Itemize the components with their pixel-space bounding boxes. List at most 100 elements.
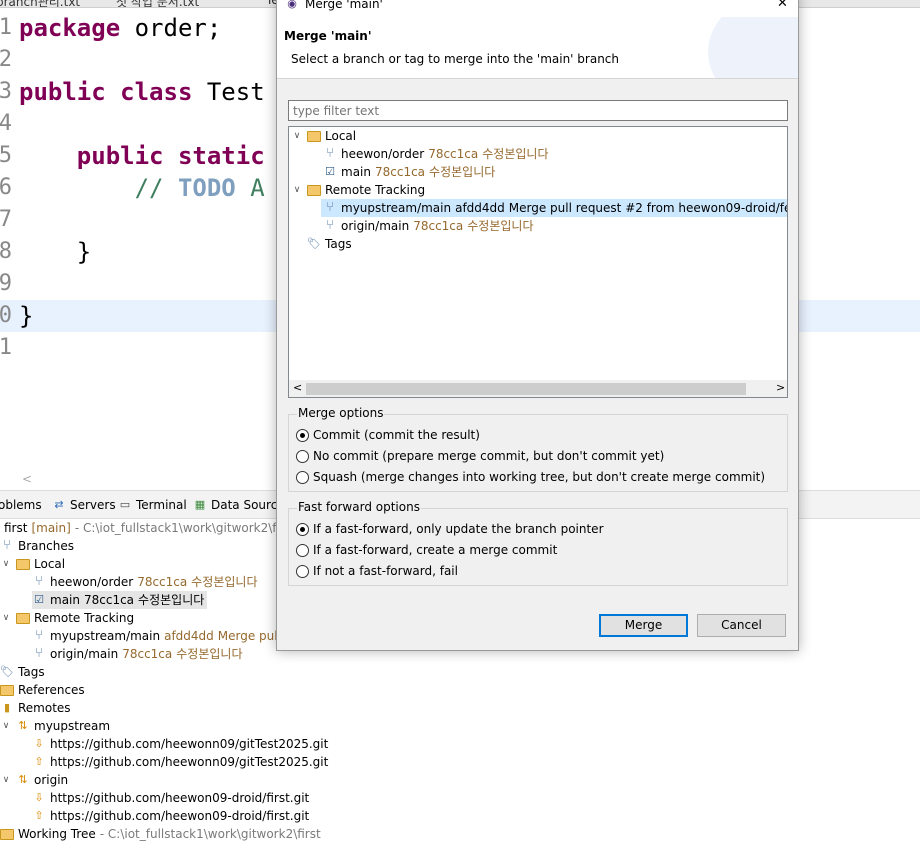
branch-item[interactable]: ⑂ heewon/order 78cc1ca 수정본입니다 [32,573,257,591]
radio-label: No commit (prepare merge commit, but don… [313,449,665,463]
branch-name: myupstream/main [50,629,161,643]
tree-horizontal-scrollbar[interactable]: < > [289,380,787,397]
radio-button[interactable] [296,449,309,463]
scroll-thumb[interactable] [306,383,746,395]
tab-label: Servers [70,498,116,512]
remote-url-item[interactable]: ⇩ https://github.com/heewonn09/gitTest20… [32,735,328,753]
branches-icon: ⑂ [3,538,11,553]
tab-problems[interactable]: oblems [0,498,42,512]
local-node[interactable]: ∨ Local [291,127,356,145]
chevron-down-icon[interactable]: ∨ [0,717,12,735]
editor-tab[interactable]: branch관리.txt [0,0,80,7]
cancel-button[interactable]: Cancel [697,614,786,637]
tab-terminal[interactable]: ▭ Terminal [118,498,187,512]
folder-icon [307,184,321,196]
repository-node[interactable]: first [main] - C:\iot_fullstack1\work\gi… [4,519,285,537]
merge-button[interactable]: Merge [599,614,688,637]
folder-icon [0,828,14,840]
editor-tab[interactable]: 첫 작업 문서.txt [116,0,199,7]
radio-button[interactable] [296,470,309,484]
remote-tracking-label: Remote Tracking [325,183,426,197]
code-token: // [19,174,178,202]
line-number: 0 [0,303,12,328]
references-node[interactable]: References [0,681,85,699]
fetch-icon: ⇩ [34,737,44,750]
branches-node[interactable]: ⑂ Branches [0,537,74,555]
branch-icon: ⑂ [35,574,43,589]
remote-tracking-node[interactable]: ∨ Remote Tracking [291,181,425,199]
remote-tracking-node[interactable]: ∨ Remote Tracking [0,609,134,627]
chevron-down-icon[interactable]: ∨ [291,127,303,145]
commit-hash: 78cc1ca [83,593,135,607]
commit-message: 수정본입니다 [176,647,243,661]
tab-data-source[interactable]: ▦ Data Source [193,498,285,512]
radio-button[interactable] [296,428,309,442]
ff-option-update-pointer[interactable]: If a fast-forward, only update the branc… [296,522,604,536]
tags-label: Tags [18,665,45,679]
line-number: 2 [0,47,12,72]
remote-node[interactable]: ∨ ⇅ origin [0,771,68,789]
ff-option-merge-commit[interactable]: If a fast-forward, create a merge commit [296,543,557,557]
merge-option-commit[interactable]: Commit (commit the result) [296,428,480,442]
folder-icon [16,612,30,624]
radio-button[interactable] [296,522,309,536]
code-text: package order; [19,12,221,44]
chevron-down-icon[interactable]: ∨ [291,181,303,199]
branch-name: heewon/order [341,147,425,161]
merge-option-no-commit[interactable]: No commit (prepare merge commit, but don… [296,449,664,463]
line-number: 9 [0,271,12,296]
code-token: TODO [177,174,236,202]
branch-icon: ⑂ [326,218,334,233]
merge-dialog: ◉ Merge 'main' ✕ Merge 'main' Select a b… [276,0,799,651]
commit-hash: 78cc1ca [122,647,173,661]
folder-icon [0,684,14,696]
remote-node[interactable]: ∨ ⇅ myupstream [0,717,110,735]
working-tree-path: - C:\iot_fullstack1\work\gitwork2\first [99,827,321,841]
remote-url-item[interactable]: ⇧ https://github.com/heewonn09/gitTest20… [32,753,328,771]
branch-item-current[interactable]: ☑ main 78cc1ca 수정본입니다 [32,591,208,609]
tags-label: Tags [325,237,352,251]
branch-item-selected[interactable]: ⑂ myupstream/main afdd4dd Merge pull req… [321,199,787,217]
tab-servers[interactable]: ⇄ Servers [52,498,116,512]
remote-url-item[interactable]: ⇩ https://github.com/heewon09-droid/firs… [32,789,309,807]
branch-item[interactable]: ⑂ origin/main 78cc1ca 수정본입니다 [32,645,243,663]
remote-url-item[interactable]: ⇧ https://github.com/heewon09-droid/firs… [32,807,309,825]
branch-tree[interactable]: ∨ Local ⑂ heewon/order 78cc1ca 수정본입니다 ☑ … [288,126,788,398]
code-token: public [19,78,106,106]
filter-input[interactable] [288,100,788,121]
chevron-down-icon[interactable]: ∨ [0,771,12,789]
branch-item[interactable]: ⑂ origin/main 78cc1ca 수정본입니다 [323,217,534,235]
commit-hash: 78cc1ca [137,575,188,589]
remotes-node[interactable]: ▮ Remotes [0,699,71,717]
tags-node[interactable]: 🏷 Tags [0,663,45,681]
branch-item[interactable]: ⑂ heewon/order 78cc1ca 수정본입니다 [323,145,549,163]
tags-node[interactable]: 🏷 Tags [307,235,352,253]
fetch-icon: ⇩ [34,791,44,804]
code-token: package [19,14,121,42]
chevron-down-icon[interactable]: ∨ [0,555,12,573]
scroll-right-arrow-icon[interactable]: > [776,381,785,394]
line-number: 5 [0,143,12,168]
merge-option-squash[interactable]: Squash (merge changes into working tree,… [296,470,765,484]
scroll-left-arrow-icon[interactable]: < [293,381,302,394]
ff-option-fail[interactable]: If not a fast-forward, fail [296,564,458,578]
close-icon[interactable]: ✕ [777,0,788,11]
remote-url: https://github.com/heewonn09/gitTest2025… [50,737,329,751]
tab-label: Data Source [211,498,285,512]
radio-button[interactable] [296,543,309,557]
working-tree-node[interactable]: Working Tree - C:\iot_fullstack1\work\gi… [0,825,321,843]
chevron-down-icon[interactable]: ∨ [0,609,12,627]
tags-icon: 🏷 [0,665,14,678]
branch-item-current[interactable]: ☑ main 78cc1ca 수정본입니다 [323,163,495,181]
commit-message: 수정본입니다 [467,219,534,233]
commit-message: 수정본입니다 [482,147,549,161]
radio-button[interactable] [296,564,309,578]
group-title: Merge options [297,406,385,420]
header-description: Select a branch or tag to merge into the… [291,52,619,66]
remote-name: myupstream [34,719,111,733]
commit-hash: 78cc1ca [374,165,426,179]
branch-item[interactable]: ⑂ myupstream/main afdd4dd Merge pull re [32,627,297,645]
scroll-left-arrow-icon[interactable]: < [22,472,32,486]
local-node[interactable]: ∨ Local [0,555,65,573]
